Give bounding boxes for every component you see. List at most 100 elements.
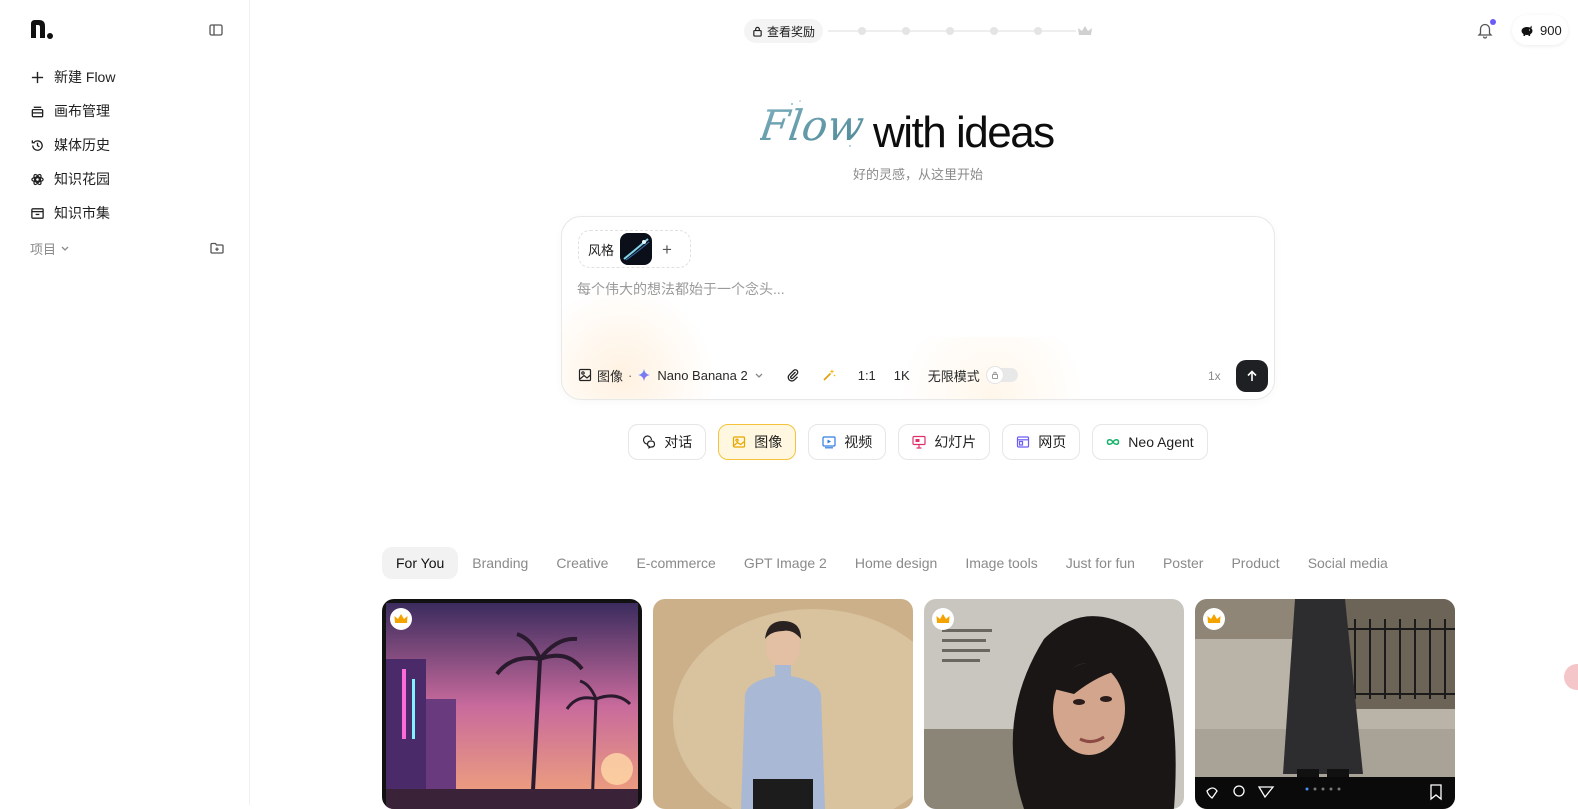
- send-button[interactable]: [1236, 360, 1268, 392]
- arrow-up-icon: [1247, 370, 1257, 381]
- category-tab-home-design[interactable]: Home design: [841, 547, 952, 579]
- crown-icon: [394, 614, 408, 623]
- category-tab-ecommerce[interactable]: E-commerce: [622, 547, 729, 579]
- crown-icon: [1207, 614, 1221, 623]
- mode-selector[interactable]: 图像: [578, 366, 623, 385]
- sidebar: 新建 Flow 画布管理 媒体历史 知识花园 知识市集 项目: [0, 0, 250, 805]
- unlimited-mode-toggle[interactable]: [985, 366, 1018, 384]
- category-tab-poster[interactable]: Poster: [1149, 547, 1217, 579]
- market-icon: [31, 207, 44, 219]
- credits-badge[interactable]: 900: [1512, 15, 1568, 45]
- floating-helper-tab[interactable]: [1564, 664, 1578, 690]
- gallery-card[interactable]: [1195, 599, 1455, 809]
- style-thumbnail[interactable]: [620, 233, 653, 265]
- app-logo[interactable]: [29, 18, 55, 40]
- plus-icon: [31, 71, 44, 83]
- sidebar-item-new-flow[interactable]: 新建 Flow: [20, 60, 235, 94]
- new-folder-icon[interactable]: [209, 240, 225, 256]
- mode-pill-webpage[interactable]: 网页: [1002, 424, 1081, 460]
- image-icon: [578, 368, 592, 382]
- image-icon: [733, 436, 746, 448]
- webpage-icon: [1017, 436, 1030, 448]
- crown-icon: [1078, 26, 1092, 35]
- canvas-icon: [31, 106, 44, 117]
- enhance-prompt-button[interactable]: [822, 368, 836, 382]
- collapse-sidebar-icon[interactable]: [208, 22, 224, 38]
- lock-icon: [991, 371, 998, 379]
- mode-pill-chat[interactable]: 对话: [628, 424, 707, 460]
- mode-pill-label: 对话: [664, 434, 693, 450]
- piggy-bank-icon: [1521, 25, 1533, 36]
- resolution-selector[interactable]: 1K: [894, 368, 910, 383]
- premium-badge: [390, 608, 412, 630]
- credits-value: 900: [1540, 22, 1562, 38]
- gallery-card[interactable]: [382, 599, 642, 809]
- gemini-star-icon: [638, 369, 651, 381]
- projects-label: 项目: [30, 241, 57, 257]
- sidebar-item-knowledge-market[interactable]: 知识市集: [20, 196, 235, 230]
- sidebar-item-label: 画布管理: [54, 103, 110, 119]
- mode-label: 图像: [597, 368, 624, 384]
- sidebar-nav: 新建 Flow 画布管理 媒体历史 知识花园 知识市集: [20, 60, 235, 230]
- mode-pill-label: 图像: [754, 434, 783, 450]
- mode-pill-label: 网页: [1038, 434, 1067, 450]
- category-tab-gpt-image-2[interactable]: GPT Image 2: [730, 547, 841, 579]
- category-tab-creative[interactable]: Creative: [542, 547, 622, 579]
- projects-section: 项目: [30, 238, 225, 258]
- category-tab-social-media[interactable]: Social media: [1294, 547, 1402, 579]
- gallery-card[interactable]: [653, 599, 913, 809]
- mode-pill-neo-agent[interactable]: Neo Agent: [1092, 424, 1208, 460]
- prompt-composer: 风格 + 图像 · Nano Banana 2 1:1: [561, 216, 1275, 400]
- mode-pill-video[interactable]: 视频: [808, 424, 887, 460]
- gallery-image: [382, 599, 642, 809]
- model-selector[interactable]: Nano Banana 2: [637, 368, 763, 383]
- rewards-progress-track: [828, 26, 1092, 35]
- video-icon: [822, 436, 836, 449]
- premium-badge: [1203, 608, 1225, 630]
- mode-pill-label: 幻灯片: [934, 434, 977, 450]
- gallery-image: [653, 599, 913, 809]
- category-tabs: For You Branding Creative E-commerce GPT…: [382, 547, 1402, 579]
- category-tab-image-tools[interactable]: Image tools: [951, 547, 1051, 579]
- composer-toolbar: 图像 · Nano Banana 2 1:1 1K 无限模式: [578, 363, 1018, 387]
- category-tab-for-you[interactable]: For You: [382, 547, 459, 579]
- history-icon: [31, 139, 43, 151]
- gallery-image: [1195, 599, 1455, 809]
- mode-pill-label: 视频: [844, 434, 873, 450]
- rewards-label: 查看奖励: [767, 24, 816, 39]
- svg-text:Flow: Flow: [760, 101, 867, 150]
- mode-pill-label: Neo Agent: [1128, 434, 1194, 450]
- category-tab-product[interactable]: Product: [1217, 547, 1293, 579]
- unlimited-mode-label: 无限模式: [927, 368, 980, 384]
- style-label: 风格: [588, 242, 615, 258]
- aspect-ratio-selector[interactable]: 1:1: [858, 368, 876, 383]
- sidebar-item-label: 媒体历史: [54, 137, 110, 153]
- chevron-down-icon: [61, 246, 69, 251]
- model-label: Nano Banana 2: [657, 367, 748, 383]
- hero-subtitle: 好的灵感，从这里开始: [852, 167, 983, 182]
- attach-button[interactable]: [786, 368, 800, 382]
- crown-icon: [936, 614, 950, 623]
- gallery-card[interactable]: [924, 599, 1184, 809]
- hero-flow-script: Flow: [760, 100, 867, 150]
- category-tab-just-for-fun[interactable]: Just for fun: [1052, 547, 1149, 579]
- magic-wand-icon: [823, 369, 836, 381]
- sidebar-item-canvas[interactable]: 画布管理: [20, 94, 235, 128]
- sidebar-item-media-history[interactable]: 媒体历史: [20, 128, 235, 162]
- infinity-icon: [1107, 439, 1120, 445]
- notification-dot: [1490, 19, 1496, 25]
- sidebar-item-label: 知识市集: [54, 205, 110, 221]
- paperclip-icon: [787, 369, 798, 382]
- hero-title: with ideas: [873, 108, 1055, 157]
- generation-count[interactable]: 1x: [1208, 369, 1221, 383]
- mode-pill-slides[interactable]: 幻灯片: [898, 424, 991, 460]
- add-style-button[interactable]: +: [662, 241, 672, 258]
- lock-icon: [753, 26, 762, 37]
- category-tab-branding[interactable]: Branding: [458, 547, 542, 579]
- view-rewards-button[interactable]: 查看奖励: [744, 19, 824, 43]
- prompt-input[interactable]: [577, 279, 1257, 359]
- projects-toggle[interactable]: 项目: [30, 239, 70, 258]
- gallery-image: [924, 599, 1184, 809]
- mode-pill-image[interactable]: 图像: [718, 424, 797, 460]
- sidebar-item-label: 新建 Flow: [54, 69, 116, 85]
